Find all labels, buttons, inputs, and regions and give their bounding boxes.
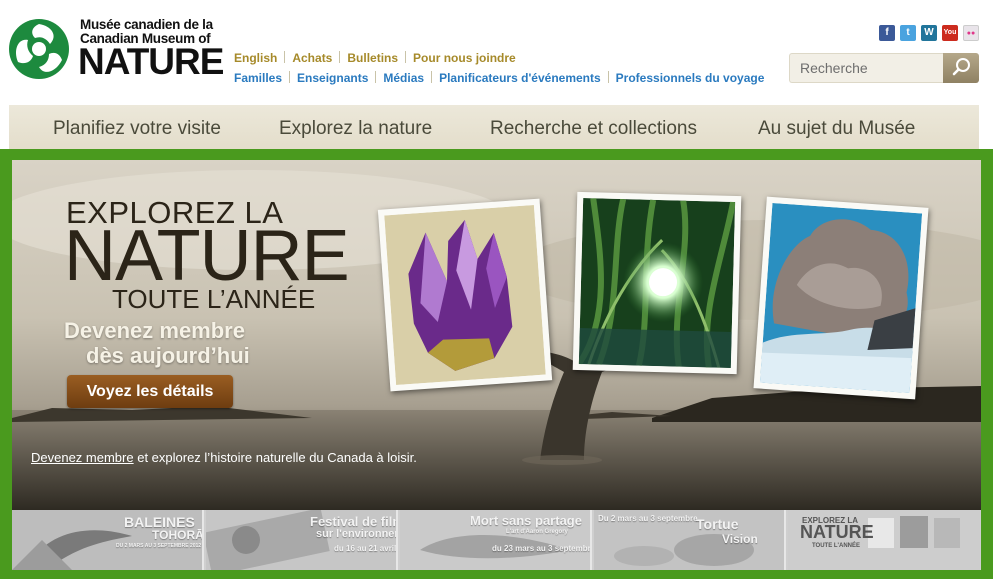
hero-headline-nature: NATURE (64, 216, 350, 296)
nav-recherche[interactable]: Recherche et collections (490, 105, 697, 151)
nav-explorez[interactable]: Explorez la nature (279, 105, 432, 151)
hero-headline-line3: TOUTE L’ANNÉE (112, 284, 316, 314)
thumb-small: Vision (722, 532, 758, 546)
separator (405, 51, 407, 63)
logo-nature: NATURE (78, 41, 224, 82)
hero-caption-text: et explorez l’histoire naturelle du Cana… (133, 450, 417, 465)
separator (375, 71, 377, 83)
facebook-icon[interactable]: f (879, 25, 895, 41)
page: Musée canadien de la Canadian Museum of … (0, 0, 993, 579)
nav-au-sujet[interactable]: Au sujet du Musée (758, 105, 915, 151)
separator (339, 51, 341, 63)
thumb-small: du 23 mars au 3 septembre (492, 544, 592, 553)
hero-caption: Devenez membre et explorez l’histoire na… (31, 450, 417, 465)
thumb-title: Du 2 mars au 3 septembre (598, 514, 698, 523)
thumb-small: TOUTE L'ANNÉE (812, 543, 860, 549)
thumb-sub: NATURE (800, 522, 874, 542)
thumb-sub: Tortue (696, 516, 739, 532)
twitter-icon[interactable]: t (900, 25, 916, 41)
link-enseignants[interactable]: Enseignants (297, 71, 368, 85)
thumb-small: DU 2 MARS AU 3 SEPTEMBRE 2012 (116, 543, 202, 549)
link-familles[interactable]: Familles (234, 71, 282, 85)
search-input[interactable] (789, 53, 945, 83)
thumb-explorez[interactable]: EXPLOREZ LA NATURE TOUTE L'ANNÉE (788, 510, 980, 570)
museum-logo[interactable]: Musée canadien de la Canadian Museum of … (8, 16, 224, 81)
thumb-festival[interactable]: Festival de films sur l'environnement du… (206, 510, 398, 570)
thumb-sub: TOHORĀ (152, 528, 204, 542)
link-achats[interactable]: Achats (292, 51, 332, 65)
audience-links: Familles Enseignants Médias Planificateurs … (234, 71, 764, 85)
search-box (789, 53, 979, 83)
feature-thumbnails: BALEINES TOHORĀ DU 2 MARS AU 3 SEPTEMBRE… (12, 510, 981, 570)
grass-image (578, 198, 736, 368)
search-icon (952, 58, 970, 76)
thumb-sub: L'art d'Aaron Gregory (506, 529, 568, 535)
nav-planifiez[interactable]: Planifiez votre visite (53, 105, 221, 151)
separator (607, 71, 609, 83)
photo-amethyst (377, 198, 553, 392)
link-planificateurs[interactable]: Planificateurs d'événements (439, 71, 601, 85)
wordpress-icon[interactable]: W (921, 25, 937, 41)
thumb-small: du 16 au 21 avril (334, 544, 397, 553)
link-english[interactable]: English (234, 51, 277, 65)
thumb-baleines[interactable]: BALEINES TOHORĀ DU 2 MARS AU 3 SEPTEMBRE… (12, 510, 204, 570)
hero-banner[interactable]: EXPLOREZ LA NATURE TOUTE L’ANNÉE Devenez… (12, 160, 981, 510)
separator (289, 71, 291, 83)
logo-line-fr: Musée canadien de la (80, 17, 213, 32)
link-contact[interactable]: Pour nous joindre (413, 51, 516, 65)
utility-links: English Achats Bulletins Pour nous joindre (234, 51, 516, 65)
photo-volcano (753, 196, 929, 400)
separator (284, 51, 286, 63)
youtube-icon[interactable]: You (942, 25, 958, 41)
thumb-tortue[interactable]: Du 2 mars au 3 septembre Tortue Vision (594, 510, 786, 570)
volcano-image (759, 202, 923, 394)
link-professionnels[interactable]: Professionnels du voyage (616, 71, 765, 85)
link-bulletins[interactable]: Bulletins (347, 51, 398, 65)
photo-grass (572, 191, 742, 375)
thumb-mort-sans-partage[interactable]: Mort sans partage L'art d'Aaron Gregory … (400, 510, 592, 570)
amethyst-image (384, 204, 546, 386)
details-button[interactable]: Voyez les détails (67, 375, 233, 408)
hero-subline2: dès aujourd’hui (86, 343, 250, 368)
link-medias[interactable]: Médias (383, 71, 424, 85)
thumb-title: Mort sans partage (470, 513, 582, 528)
thumb-title: Festival de films (310, 514, 396, 529)
thumb-sub: sur l'environnement (316, 528, 396, 540)
main-nav: Planifiez votre visite Explorez la natur… (9, 105, 979, 151)
museum-logo-mark-icon (9, 19, 69, 79)
flickr-icon[interactable]: ●● (963, 25, 979, 41)
hero-subline1: Devenez membre (64, 318, 245, 343)
become-member-link[interactable]: Devenez membre (31, 450, 134, 465)
search-button[interactable] (943, 53, 979, 83)
separator (431, 71, 433, 83)
